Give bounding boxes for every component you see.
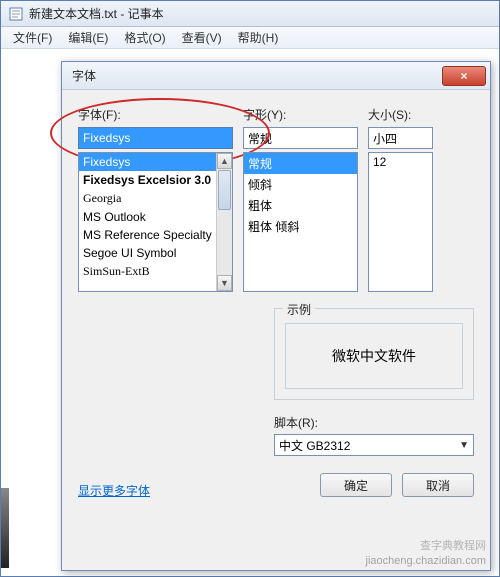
script-combo[interactable]: 中文 GB2312 ▼ (274, 434, 474, 456)
list-item[interactable]: Fixedsys Excelsior 3.0 (79, 171, 232, 189)
scroll-down-icon[interactable]: ▼ (217, 275, 232, 291)
script-value: 中文 GB2312 (279, 437, 350, 454)
dialog-title: 字体 (72, 67, 96, 84)
ok-button[interactable]: 确定 (320, 473, 392, 497)
scroll-thumb[interactable] (218, 170, 231, 210)
chevron-down-icon: ▼ (459, 440, 469, 451)
sample-text: 微软中文软件 (285, 323, 463, 389)
font-label: 字体(F): (78, 106, 233, 123)
sample-label: 示例 (283, 301, 315, 318)
size-input[interactable] (368, 127, 433, 149)
font-dialog: 字体 × 字体(F): Fixedsys Fixedsys Excelsior … (61, 61, 491, 571)
list-item[interactable]: MS Outlook (79, 208, 232, 226)
left-edge-gradient (1, 488, 9, 568)
menu-file[interactable]: 文件(F) (5, 26, 60, 49)
list-item[interactable]: SimSun-ExtB (79, 262, 232, 281)
list-item[interactable]: 常规 (244, 153, 357, 174)
list-item[interactable]: 12 (369, 153, 432, 171)
list-item[interactable]: 粗体 (244, 195, 357, 216)
button-row: 确定 取消 (320, 473, 474, 497)
notepad-icon (9, 7, 23, 21)
font-column: 字体(F): Fixedsys Fixedsys Excelsior 3.0 G… (78, 106, 233, 292)
menu-format[interactable]: 格式(O) (116, 26, 173, 49)
show-more-fonts-link[interactable]: 显示更多字体 (78, 482, 150, 499)
menubar: 文件(F) 编辑(E) 格式(O) 查看(V) 帮助(H) (1, 27, 499, 49)
menu-edit[interactable]: 编辑(E) (60, 26, 116, 49)
font-listbox[interactable]: Fixedsys Fixedsys Excelsior 3.0 Georgia … (78, 152, 233, 292)
list-item[interactable]: Segoe UI Symbol (79, 244, 232, 262)
style-label: 字形(Y): (243, 106, 358, 123)
right-block: 示例 微软中文软件 脚本(R): 中文 GB2312 ▼ (274, 308, 474, 456)
style-column: 字形(Y): 常规 倾斜 粗体 粗体 倾斜 (243, 106, 358, 292)
scroll-up-icon[interactable]: ▲ (217, 153, 232, 169)
size-label: 大小(S): (368, 106, 433, 123)
style-input[interactable] (243, 127, 358, 149)
list-item[interactable]: MS Reference Specialty (79, 226, 232, 244)
size-column: 大小(S): 12 (368, 106, 433, 292)
scrollbar[interactable]: ▲ ▼ (216, 153, 232, 291)
script-label: 脚本(R): (274, 416, 318, 430)
script-row: 脚本(R): 中文 GB2312 ▼ (274, 414, 474, 456)
menu-help[interactable]: 帮助(H) (230, 26, 287, 49)
list-item[interactable]: Fixedsys (79, 153, 232, 171)
client-area: 字体 × 字体(F): Fixedsys Fixedsys Excelsior … (1, 49, 499, 576)
style-listbox[interactable]: 常规 倾斜 粗体 粗体 倾斜 (243, 152, 358, 292)
notepad-window: 新建文本文档.txt - 记事本 文件(F) 编辑(E) 格式(O) 查看(V)… (0, 0, 500, 577)
sample-group: 示例 微软中文软件 (274, 308, 474, 400)
menu-view[interactable]: 查看(V) (174, 26, 230, 49)
main-title: 新建文本文档.txt - 记事本 (29, 5, 164, 22)
size-listbox[interactable]: 12 (368, 152, 433, 292)
close-button[interactable]: × (442, 66, 486, 86)
list-item[interactable]: Georgia (79, 189, 232, 208)
list-item[interactable]: 倾斜 (244, 174, 357, 195)
dialog-titlebar: 字体 × (62, 62, 490, 90)
dialog-body: 字体(F): Fixedsys Fixedsys Excelsior 3.0 G… (62, 90, 490, 509)
cancel-button[interactable]: 取消 (402, 473, 474, 497)
close-icon: × (460, 69, 467, 83)
main-titlebar: 新建文本文档.txt - 记事本 (1, 1, 499, 27)
font-input[interactable] (78, 127, 233, 149)
list-item[interactable]: 粗体 倾斜 (244, 216, 357, 237)
